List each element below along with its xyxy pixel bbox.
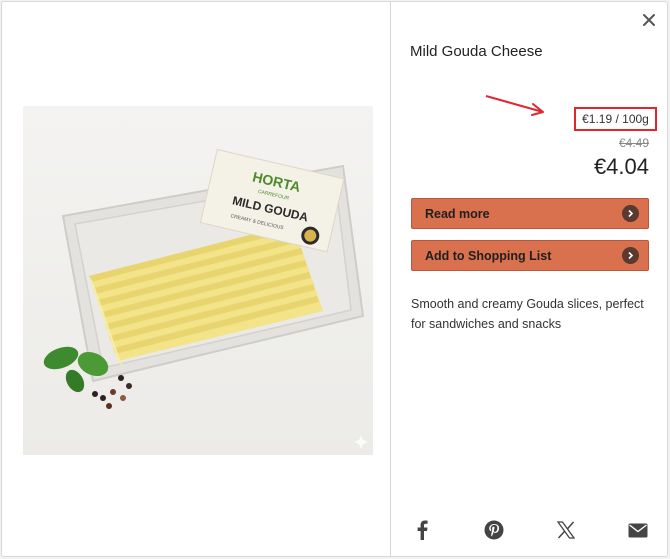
chevron-right-icon <box>622 205 639 222</box>
image-pane: HORTA CARREFOUR MILD GOUDA CREAMY & DELI… <box>2 2 391 556</box>
add-to-shopping-list-button[interactable]: Add to Shopping List <box>411 240 649 271</box>
product-modal: HORTA CARREFOUR MILD GOUDA CREAMY & DELI… <box>1 1 668 557</box>
pinterest-icon[interactable] <box>483 519 505 541</box>
product-title: Mild Gouda Cheese <box>410 43 543 60</box>
unit-price: €1.19 / 100g <box>574 107 657 131</box>
close-icon <box>643 14 655 26</box>
annotation-arrow-icon <box>485 95 544 116</box>
add-to-list-label: Add to Shopping List <box>425 248 552 263</box>
read-more-label: Read more <box>425 206 490 221</box>
share-bar <box>411 516 649 544</box>
cheese-package-illustration: HORTA CARREFOUR MILD GOUDA CREAMY & DELI… <box>43 148 368 449</box>
product-description: Smooth and creamy Gouda slices, perfect … <box>411 297 644 331</box>
email-icon[interactable] <box>627 519 649 541</box>
chevron-right-icon <box>622 247 639 264</box>
facebook-icon[interactable] <box>411 519 433 541</box>
unit-price-text: €1.19 / 100g <box>582 112 649 126</box>
close-button[interactable] <box>641 12 657 28</box>
x-icon[interactable] <box>555 519 577 541</box>
read-more-button[interactable]: Read more <box>411 198 649 229</box>
product-image: HORTA CARREFOUR MILD GOUDA CREAMY & DELI… <box>23 106 373 455</box>
old-price: €4.49 <box>618 136 649 150</box>
current-price: €4.04 <box>593 154 649 179</box>
details-pane: Mild Gouda Cheese €1.19 / 100g €4.49 €4.… <box>391 2 667 556</box>
